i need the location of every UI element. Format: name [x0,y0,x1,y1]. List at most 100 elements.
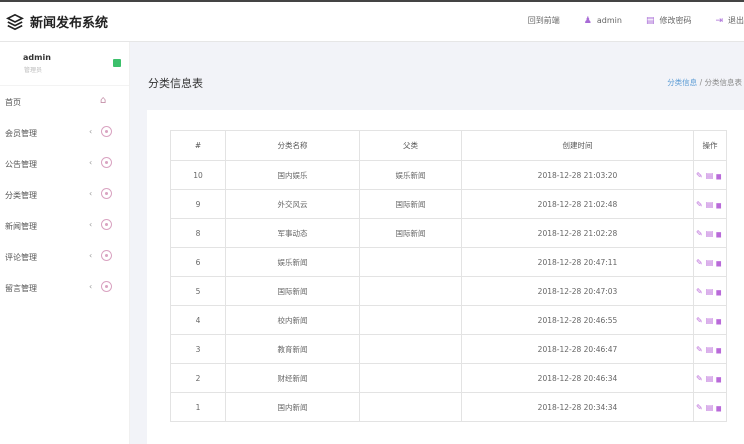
pencil-icon[interactable]: ✎ [696,258,706,267]
chevron-left-icon: ‹ [89,282,93,291]
sidebar: admin 管理员 首页 ⌂ 会员管理 ‹ 公告管理 ‹ 分类管理 ‹ 新闻管理… [0,42,130,444]
pencil-icon[interactable]: ✎ [696,171,706,180]
cell-parent [359,363,462,393]
breadcrumb-parent[interactable]: 分类信息 [667,78,697,87]
chevron-left-icon: ‹ [89,251,93,260]
list-icon[interactable]: ▤ [706,200,717,209]
sidebar-item-news[interactable]: 新闻管理 ‹ [0,210,129,241]
cell-created: 2018-12-28 21:02:48 [461,189,694,219]
trash-icon[interactable]: ▆ [716,318,724,325]
trash-icon[interactable]: ▆ [716,173,724,180]
sidebar-item-comments[interactable]: 评论管理 ‹ [0,241,129,272]
pencil-icon[interactable]: ✎ [696,200,706,209]
column-header-created: 创建时间 [461,130,694,161]
circle-icon [101,188,112,199]
trash-icon[interactable]: ▆ [716,405,724,412]
cell-actions: ✎▤▆ [693,276,727,306]
page-title: 分类信息表 [148,77,203,90]
pencil-icon[interactable]: ✎ [696,374,706,383]
cell-parent: 娱乐新闻 [359,160,462,190]
sidebar-item-notices[interactable]: 公告管理 ‹ [0,148,129,179]
cell-created: 2018-12-28 20:34:34 [461,392,694,422]
cell-id: 5 [170,276,226,306]
cell-name: 娱乐新闻 [225,247,360,277]
logout-icon: ⇥ [715,15,723,26]
cell-created: 2018-12-28 20:47:11 [461,247,694,277]
cell-name: 教育新闻 [225,334,360,364]
table-row: 9 外交风云 国际新闻 2018-12-28 21:02:48 ✎▤▆ [170,189,727,219]
cell-actions: ✎▤▆ [693,334,727,364]
cell-parent [359,334,462,364]
top-bar: 新闻发布系统 回到前端 ♟ admin ▤ 修改密码 ⇥ 退出 [0,0,744,42]
sidebar-item-label: 首页 [5,98,21,107]
cell-name: 校内新闻 [225,305,360,335]
sidebar-item-label: 新闻管理 [5,222,37,231]
sidebar-item-home[interactable]: 首页 ⌂ [0,86,129,117]
change-password-link[interactable]: ▤ 修改密码 [646,15,692,26]
sidebar-item-label: 公告管理 [5,160,37,169]
chevron-left-icon: ‹ [89,189,93,198]
user-menu[interactable]: ♟ admin [584,16,622,26]
online-status-icon [113,59,121,67]
table-row: 3 教育新闻 2018-12-28 20:46:47 ✎▤▆ [170,334,727,364]
sidebar-item-messages[interactable]: 留言管理 ‹ [0,272,129,303]
cell-id: 6 [170,247,226,277]
trash-icon[interactable]: ▆ [716,289,724,296]
cell-id: 9 [170,189,226,219]
pencil-icon[interactable]: ✎ [696,287,706,296]
list-icon[interactable]: ▤ [706,316,717,325]
cell-id: 3 [170,334,226,364]
cell-parent [359,276,462,306]
home-icon: ⌂ [100,95,107,106]
list-icon[interactable]: ▤ [706,287,717,296]
app-logo[interactable]: 新闻发布系统 [6,12,108,31]
list-icon[interactable]: ▤ [706,345,717,354]
circle-icon [101,250,112,261]
column-header-name: 分类名称 [225,130,360,161]
column-header-parent: 父类 [359,130,462,161]
list-icon[interactable]: ▤ [706,374,717,383]
cell-actions: ✎▤▆ [693,218,727,248]
cell-actions: ✎▤▆ [693,160,727,190]
cell-created: 2018-12-28 20:47:03 [461,276,694,306]
cell-name: 国内娱乐 [225,160,360,190]
logout-link[interactable]: ⇥ 退出 [715,15,744,26]
circle-icon [101,281,112,292]
pencil-icon[interactable]: ✎ [696,229,706,238]
trash-icon[interactable]: ▆ [716,202,724,209]
sidebar-item-label: 会员管理 [5,129,37,138]
pencil-icon[interactable]: ✎ [696,345,706,354]
list-icon[interactable]: ▤ [706,171,717,180]
logout-label: 退出 [728,16,744,25]
trash-icon[interactable]: ▆ [716,231,724,238]
list-icon[interactable]: ▤ [706,229,717,238]
trash-icon[interactable]: ▆ [716,376,724,383]
pencil-icon[interactable]: ✎ [696,316,706,325]
table-row: 1 国内新闻 2018-12-28 20:34:34 ✎▤▆ [170,392,727,422]
cell-actions: ✎▤▆ [693,305,727,335]
sidebar-item-label: 评论管理 [5,253,37,262]
cell-created: 2018-12-28 20:46:47 [461,334,694,364]
trash-icon[interactable]: ▆ [716,260,724,267]
key-icon: ▤ [645,15,655,26]
sidebar-item-categories[interactable]: 分类管理 ‹ [0,179,129,210]
pencil-icon[interactable]: ✎ [696,403,706,412]
cell-parent: 国际新闻 [359,218,462,248]
sidebar-item-members[interactable]: 会员管理 ‹ [0,117,129,148]
cell-created: 2018-12-28 20:46:55 [461,305,694,335]
list-icon[interactable]: ▤ [706,403,717,412]
cell-parent [359,247,462,277]
table-row: 8 军事动态 国际新闻 2018-12-28 21:02:28 ✎▤▆ [170,218,727,248]
cell-actions: ✎▤▆ [693,247,727,277]
frontend-link[interactable]: 回到前端 [528,15,560,26]
list-icon[interactable]: ▤ [706,258,717,267]
chevron-left-icon: ‹ [89,220,93,229]
cell-id: 4 [170,305,226,335]
table-row: 6 娱乐新闻 2018-12-28 20:47:11 ✎▤▆ [170,247,727,277]
trash-icon[interactable]: ▆ [716,347,724,354]
change-password-label: 修改密码 [659,16,692,25]
chevron-left-icon: ‹ [89,158,93,167]
user-icon: ♟ [583,15,592,26]
table-header-row: # 分类名称 父类 创建时间 操作 [170,130,727,161]
cell-id: 8 [170,218,226,248]
